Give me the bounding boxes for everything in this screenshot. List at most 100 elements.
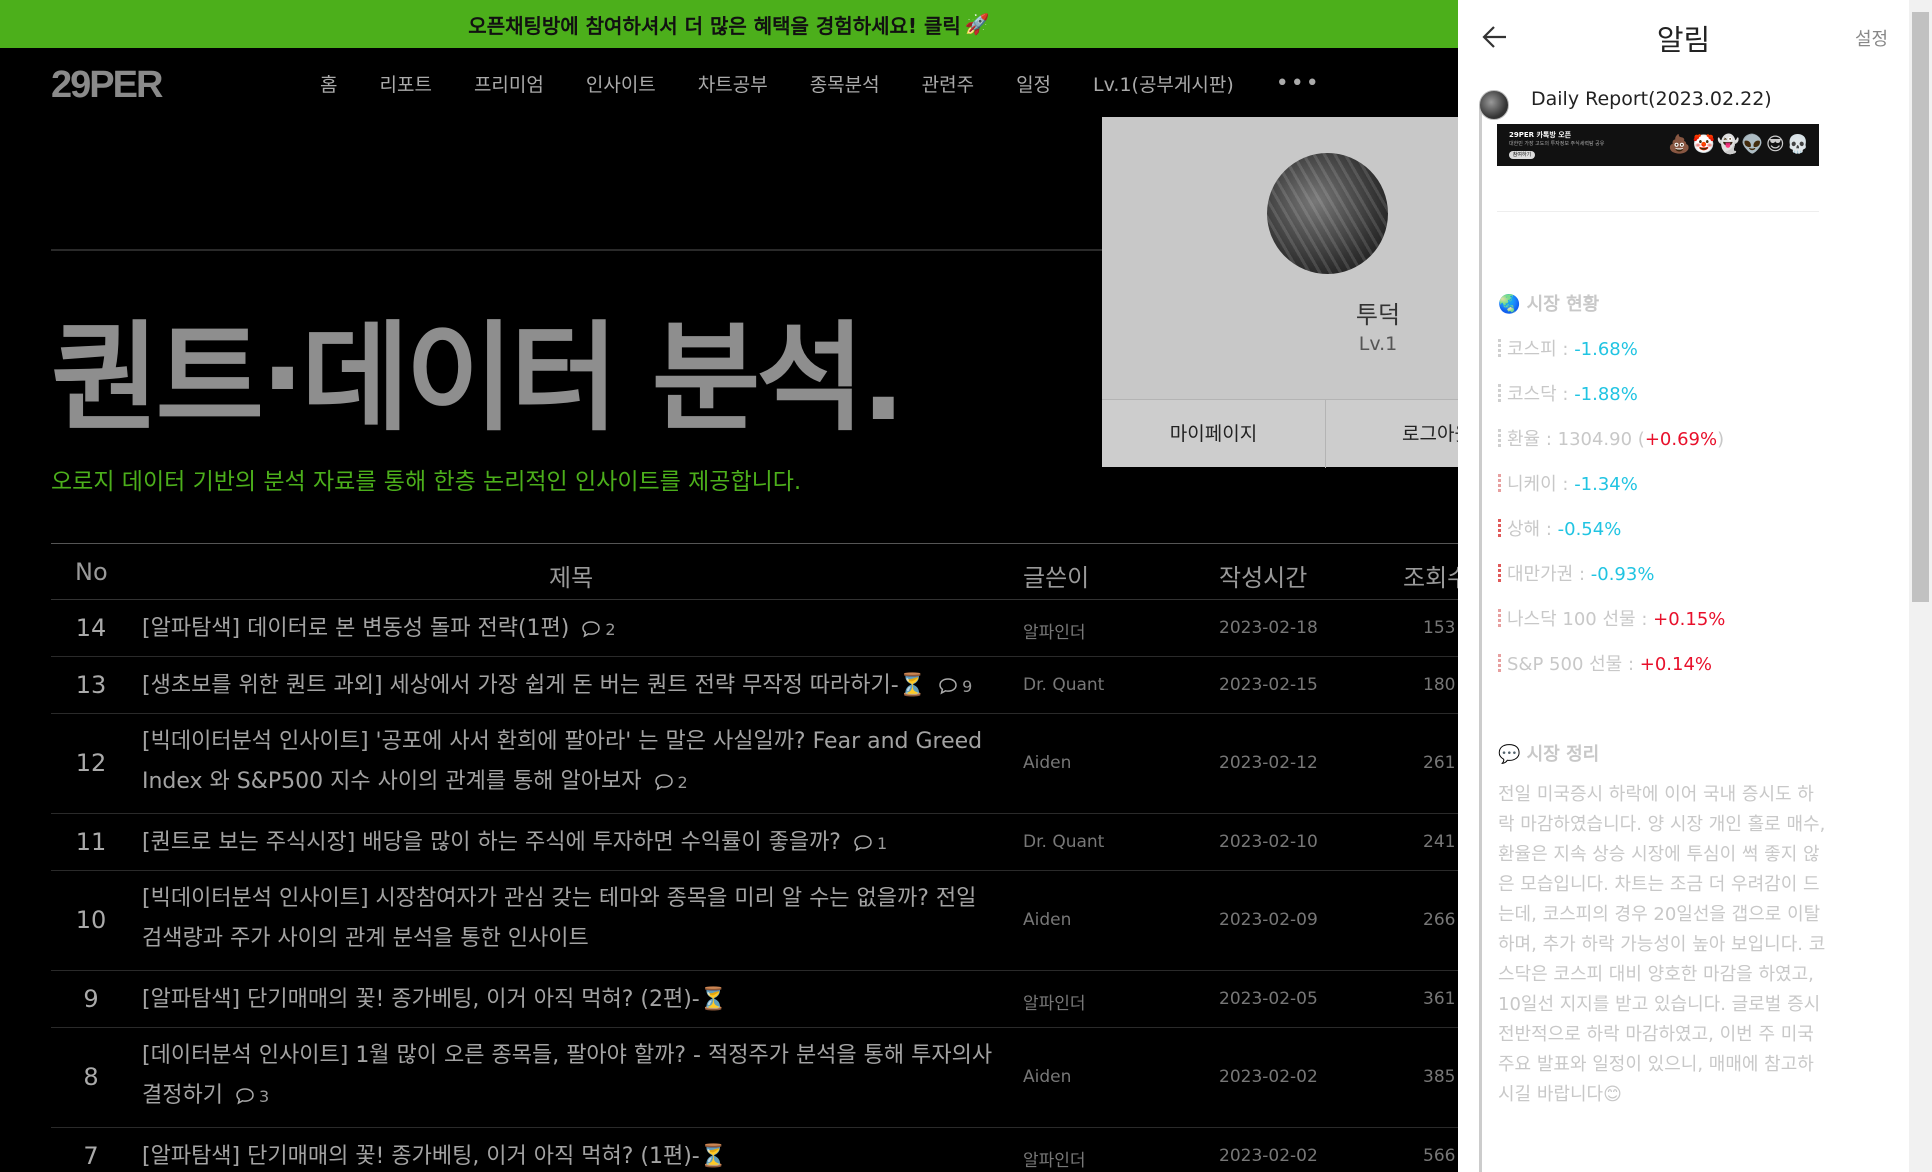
feed-timeline xyxy=(1479,104,1482,1172)
col-author: 글쓴이 xyxy=(1023,564,1090,592)
nav-study-board[interactable]: Lv.1(공부게시판) xyxy=(1093,70,1234,97)
rocket-icon: 🚀 xyxy=(964,12,990,36)
post-title-link[interactable]: [생초보를 위한 퀀트 과외] 세상에서 가장 쉽게 돈 버는 퀀트 전략 무작… xyxy=(142,666,1002,707)
nav-related-stocks[interactable]: 관련주 xyxy=(922,70,974,97)
table-row[interactable]: 14 [알파탐색] 데이터로 본 변동성 돌파 전략(1편) 2 알파인더 2023-0… xyxy=(51,600,1471,657)
row-number: 9 xyxy=(83,984,99,1013)
post-title: [빅데이터분석 인사이트] 시장참여자가 관심 갖는 테마와 종목을 미리 알 … xyxy=(142,886,977,951)
report-title[interactable]: Daily Report(2023.02.22) xyxy=(1531,88,1772,110)
market-item: 상해 : -0.54% xyxy=(1498,515,1621,541)
market-marker xyxy=(1498,654,1501,674)
market-marker xyxy=(1498,384,1501,404)
post-title: [알파탐색] 단기매매의 꽃! 종가베팅, 이거 아직 먹혀? (2편)-⏳ xyxy=(142,986,728,1012)
post-author: Aiden xyxy=(1023,1067,1072,1087)
market-item: 대만가권 : -0.93% xyxy=(1498,560,1654,586)
market-marker xyxy=(1498,564,1501,584)
comment-count: 1 xyxy=(853,834,887,853)
sender-avatar xyxy=(1479,90,1509,120)
market-change: +0.69% xyxy=(1644,429,1718,450)
table-row[interactable]: 12 [빅데이터분석 인사이트] '공포에 사서 환희에 팔아라' 는 말은 사실… xyxy=(51,714,1471,814)
row-number: 10 xyxy=(75,906,107,934)
market-marker xyxy=(1498,429,1501,449)
row-number: 7 xyxy=(83,1141,99,1170)
market-change: -1.88% xyxy=(1574,384,1638,405)
post-date: 2023-02-09 xyxy=(1219,910,1318,930)
post-title-link[interactable]: [데이터분석 인사이트] 1월 많이 오른 종목들, 팔아야 할까? - 적정주… xyxy=(142,1036,1002,1117)
post-date: 2023-02-02 xyxy=(1219,1067,1318,1087)
post-views: 385 xyxy=(1423,1067,1456,1087)
nav-insight[interactable]: 인사이트 xyxy=(586,70,656,97)
table-row[interactable]: 9 [알파탐색] 단기매매의 꽃! 종가베팅, 이거 아직 먹혀? (2편)-⏳ 알… xyxy=(51,971,1471,1028)
post-title-link[interactable]: [알파탐색] 단기매매의 꽃! 종가베팅, 이거 아직 먹혀? (2편)-⏳ xyxy=(142,980,1002,1020)
thumbnail-headline: 29PER 카톡방 오픈 xyxy=(1509,131,1572,139)
post-views: 153 xyxy=(1423,617,1456,638)
post-date: 2023-02-05 xyxy=(1219,988,1318,1009)
row-number: 8 xyxy=(83,1063,99,1091)
post-views: 566 xyxy=(1423,1145,1456,1166)
post-author: Aiden xyxy=(1023,753,1072,773)
comment-number: 3 xyxy=(258,1087,270,1106)
post-author: 알파인더 xyxy=(1023,1150,1086,1171)
nav-report[interactable]: 리포트 xyxy=(379,70,431,97)
report-thumbnail[interactable]: 29PER 카톡방 오픈 대한민 가장 고도의 투자정보 주식세력탐 공유 참여… xyxy=(1497,124,1819,166)
main-nav: 홈 리포트 프리미엄 인사이트 차트공부 종목분석 관련주 일정 Lv.1(공부… xyxy=(320,70,1321,97)
nav-premium[interactable]: 프리미엄 xyxy=(474,70,544,97)
market-label: 환율 : 1304.90 ( xyxy=(1507,429,1645,450)
market-marker xyxy=(1498,519,1501,539)
nav-chart-study[interactable]: 차트공부 xyxy=(698,70,768,97)
panel-title: 알림 xyxy=(1656,23,1711,57)
market-item: 니케이 : -1.34% xyxy=(1498,470,1638,496)
nav-home[interactable]: 홈 xyxy=(320,70,337,97)
comment-icon xyxy=(235,1087,259,1106)
market-summary: 전일 미국증시 하락에 이어 국내 증시도 하락 마감하였습니다. 양 시장 개… xyxy=(1498,784,1826,1105)
market-label: 니케이 : xyxy=(1507,474,1575,495)
promo-banner[interactable]: 오픈채팅방에 참여하셔서 더 많은 혜택을 경험하세요! 클릭 🚀 xyxy=(0,0,1458,48)
profile-actions: 마이페이지 로그아웃 xyxy=(1102,399,1472,468)
post-title-link[interactable]: [알파탐색] 데이터로 본 변동성 돌파 전략(1편) 2 xyxy=(142,609,1002,650)
settings-link[interactable]: 설정 xyxy=(1855,25,1888,51)
comment-icon xyxy=(654,773,678,792)
post-date: 2023-02-10 xyxy=(1219,831,1318,852)
row-number: 13 xyxy=(75,670,107,699)
market-item: 환율 : 1304.90 (+0.69%) xyxy=(1498,425,1724,451)
nav-stock-analysis[interactable]: 종목분석 xyxy=(810,70,880,97)
post-views: 361 xyxy=(1423,988,1456,1009)
page-scrollbar[interactable] xyxy=(1909,0,1932,1172)
market-label: 나스닥 100 선물 : xyxy=(1507,609,1654,630)
nav-schedule[interactable]: 일정 xyxy=(1016,70,1051,97)
row-number: 12 xyxy=(75,749,107,777)
post-title-link[interactable]: [알파탐색] 단기매매의 꽃! 종가베팅, 이거 아직 먹혀? (1편)-⏳ xyxy=(142,1137,1002,1172)
row-number: 11 xyxy=(75,827,107,856)
table-row[interactable]: 10 [빅데이터분석 인사이트] 시장참여자가 관심 갖는 테마와 종목을 미리 … xyxy=(51,871,1471,971)
post-views: 180 xyxy=(1423,674,1456,695)
market-label: 상해 : xyxy=(1507,519,1558,540)
market-change: -1.68% xyxy=(1574,339,1638,360)
comment-count: 2 xyxy=(581,619,616,639)
site-logo[interactable]: 29PER xyxy=(51,64,163,107)
avatar[interactable] xyxy=(1267,153,1388,274)
col-date: 작성시간 xyxy=(1219,564,1308,592)
comment-number: 1 xyxy=(876,833,888,853)
market-marker xyxy=(1498,609,1501,629)
post-title: [알파탐색] 데이터로 본 변동성 돌파 전략(1편) xyxy=(142,615,570,641)
market-change: +0.14% xyxy=(1639,654,1713,675)
market-suffix: ) xyxy=(1717,429,1725,450)
table-row[interactable]: 11 [퀀트로 보는 주식시장] 배당을 많이 하는 주식에 투자하면 수익률이 … xyxy=(51,814,1471,871)
scrollbar-thumb[interactable] xyxy=(1912,12,1929,602)
post-title-link[interactable]: [퀀트로 보는 주식시장] 배당을 많이 하는 주식에 투자하면 수익률이 좋을… xyxy=(142,823,1002,864)
more-menu-icon[interactable]: ••• xyxy=(1276,71,1321,96)
market-item: 코스닥 : -1.88% xyxy=(1498,380,1638,406)
table-row[interactable]: 8 [데이터분석 인사이트] 1월 많이 오른 종목들, 팔아야 할까? - 적정… xyxy=(51,1028,1471,1128)
post-title-link[interactable]: [빅데이터분석 인사이트] 시장참여자가 관심 갖는 테마와 종목을 미리 알 … xyxy=(142,879,1002,959)
page-subtitle: 오로지 데이터 기반의 분석 자료를 통해 한층 논리적인 인사이트를 제공합니… xyxy=(51,469,802,495)
market-label: S&P 500 선물 : xyxy=(1507,654,1640,675)
post-title-link[interactable]: [빅데이터분석 인사이트] '공포에 사서 환희에 팔아라' 는 말은 사실일까… xyxy=(142,722,1002,803)
page-title: 퀀트·데이터 분석. xyxy=(51,309,906,447)
post-author: Dr. Quant xyxy=(1023,831,1105,852)
table-row[interactable]: 7 [알파탐색] 단기매매의 꽃! 종가베팅, 이거 아직 먹혀? (1편)-⏳ 알… xyxy=(51,1128,1471,1172)
comment-number: 2 xyxy=(605,619,616,639)
post-title: [알파탐색] 단기매매의 꽃! 종가베팅, 이거 아직 먹혀? (1편)-⏳ xyxy=(142,1143,728,1169)
table-row[interactable]: 13 [생초보를 위한 퀀트 과외] 세상에서 가장 쉽게 돈 버는 퀀트 전략 … xyxy=(51,657,1471,714)
post-author: 알파인더 xyxy=(1023,622,1086,643)
mypage-button[interactable]: 마이페이지 xyxy=(1102,400,1326,468)
